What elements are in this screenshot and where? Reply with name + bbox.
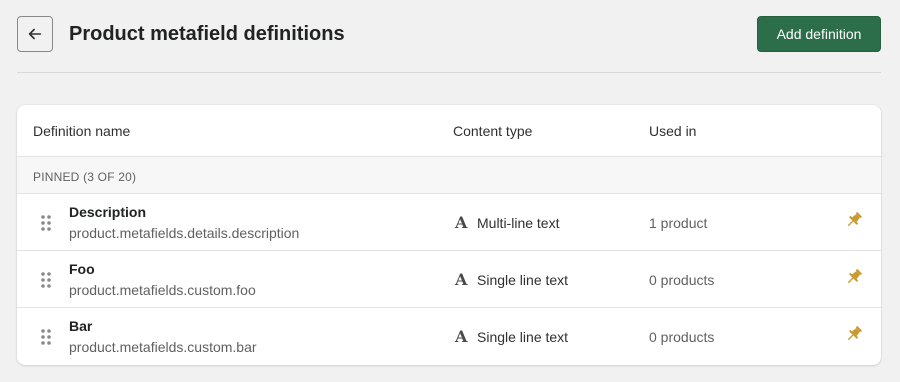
pin-icon[interactable] bbox=[844, 267, 864, 287]
pinned-section-header: PINNED (3 OF 20) bbox=[17, 157, 881, 194]
page-header: Product metafield definitions Add defini… bbox=[17, 16, 881, 52]
page-title: Product metafield definitions bbox=[69, 23, 345, 45]
header-divider bbox=[17, 72, 881, 73]
definition-key: product.metafields.custom.bar bbox=[69, 339, 257, 355]
back-button[interactable] bbox=[17, 16, 53, 52]
table-row[interactable]: Foo product.metafields.custom.foo A Sing… bbox=[17, 251, 881, 308]
definition-name[interactable]: Bar bbox=[69, 318, 92, 334]
column-header-definition-name: Definition name bbox=[33, 123, 131, 139]
text-type-icon: A bbox=[455, 213, 468, 232]
drag-handle-icon[interactable] bbox=[39, 271, 53, 289]
content-type-label: Single line text bbox=[477, 272, 569, 288]
arrow-left-icon bbox=[28, 28, 42, 40]
pinned-section-label: PINNED (3 OF 20) bbox=[33, 170, 137, 184]
content-type: A Single line text bbox=[455, 271, 568, 289]
definition-key: product.metafields.details.description bbox=[69, 225, 300, 241]
used-in-count: 0 products bbox=[649, 329, 715, 345]
text-type-icon: A bbox=[455, 327, 468, 346]
pin-icon[interactable] bbox=[844, 210, 864, 230]
content-type-label: Multi-line text bbox=[477, 215, 560, 231]
used-in-count: 0 products bbox=[649, 272, 715, 288]
column-header-used-in: Used in bbox=[649, 123, 697, 139]
content-type-label: Single line text bbox=[477, 329, 569, 345]
used-in-count: 1 product bbox=[649, 215, 708, 231]
table-row[interactable]: Bar product.metafields.custom.bar A Sing… bbox=[17, 308, 881, 365]
content-type: A Single line text bbox=[455, 328, 568, 346]
content-type: A Multi-line text bbox=[455, 214, 559, 232]
table-row[interactable]: Description product.metafields.details.d… bbox=[17, 194, 881, 251]
table-header: Definition name Content type Used in bbox=[17, 105, 881, 157]
pin-icon[interactable] bbox=[844, 324, 864, 344]
drag-handle-icon[interactable] bbox=[39, 214, 53, 232]
definition-name[interactable]: Description bbox=[69, 204, 146, 220]
definition-key: product.metafields.custom.foo bbox=[69, 282, 256, 298]
drag-handle-icon[interactable] bbox=[39, 328, 53, 346]
definitions-table: Definition name Content type Used in PIN… bbox=[17, 105, 881, 365]
add-definition-button[interactable]: Add definition bbox=[757, 16, 881, 52]
definition-name[interactable]: Foo bbox=[69, 261, 95, 277]
column-header-content-type: Content type bbox=[453, 123, 533, 139]
text-type-icon: A bbox=[455, 270, 468, 289]
